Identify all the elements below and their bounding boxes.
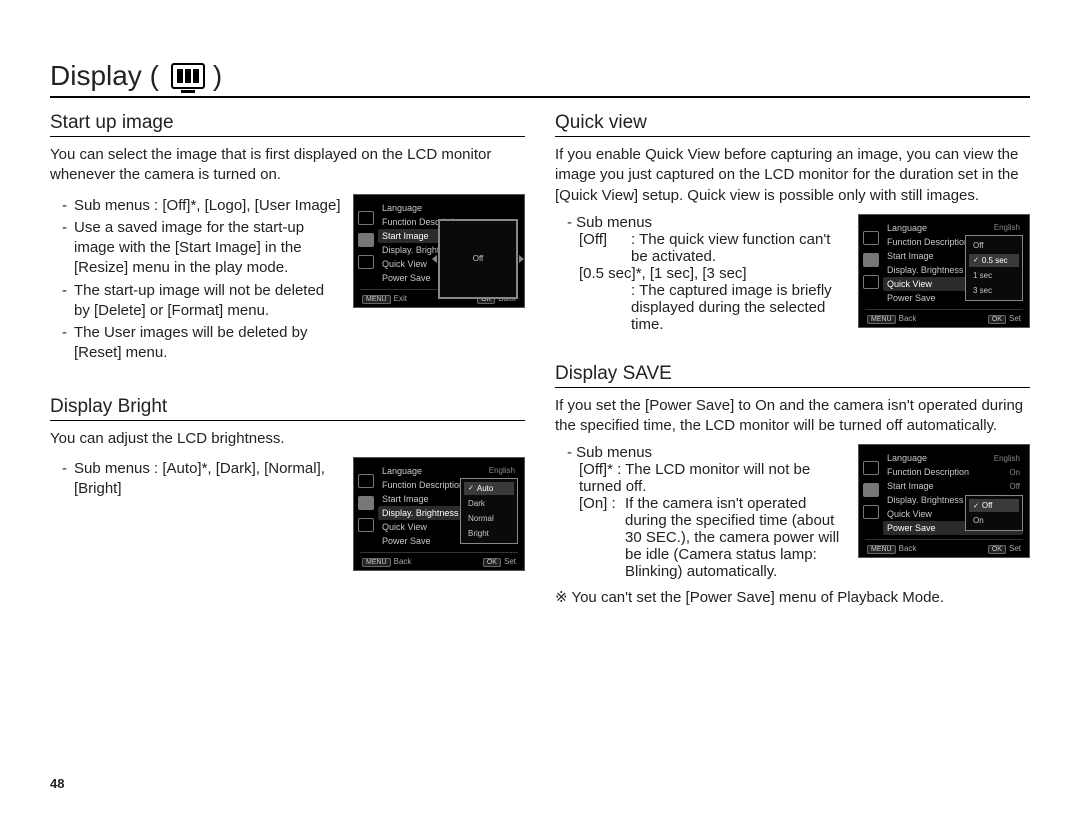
heading-startup: Start up image: [50, 112, 525, 137]
lcd-startup-popup: Off: [438, 219, 518, 299]
title-prefix: Display (: [50, 60, 159, 92]
intro-save: If you set the [Power Save] to On and th…: [555, 396, 1030, 437]
lcd-option: 1 sec: [969, 269, 1019, 282]
heading-save: Display SAVE: [555, 363, 1030, 388]
save-details: - Sub menus [Off]* : The LCD monitor wil…: [555, 444, 846, 580]
lcd-icon-strip: [863, 451, 879, 537]
lcd-quickview: LanguageEnglishFunction DescriptionOnSta…: [858, 214, 1030, 328]
lcd-menu-item: Function DescriptionOn: [883, 465, 1023, 479]
title-suffix: ): [213, 60, 222, 92]
section-save: Display SAVE If you set the [Power Save]…: [555, 363, 1030, 617]
section-bright: Display Bright You can adjust the LCD br…: [50, 396, 525, 571]
section-quickview: Quick view If you enable Quick View befo…: [555, 112, 1030, 333]
heading-bright: Display Bright: [50, 396, 525, 421]
heading-quickview: Quick view: [555, 112, 1030, 137]
quickview-details: - Sub menus [Off]: The quick view functi…: [555, 214, 846, 333]
lcd-icon-strip: [358, 464, 374, 550]
lcd-icon-strip: [358, 201, 374, 287]
display-icon: [171, 63, 205, 89]
lcd-quickview-options: Off 0.5 sec 1 sec 3 sec: [965, 235, 1023, 301]
lcd-menu-item: LanguageEnglish: [883, 221, 1023, 235]
lcd-menu-item: Start ImageOff: [883, 479, 1023, 493]
lcd-save: LanguageEnglishFunction DescriptionOnSta…: [858, 444, 1030, 558]
lcd-option: 0.5 sec: [969, 254, 1019, 267]
lcd-startup: LanguageFunction DescriptiStart ImageDis…: [353, 194, 525, 308]
page-number: 48: [50, 776, 64, 791]
lcd-option: Auto: [464, 482, 514, 495]
lcd-option: Off: [969, 499, 1019, 512]
intro-startup: You can select the image that is first d…: [50, 145, 525, 186]
lcd-option: Dark: [464, 497, 514, 510]
lcd-option: Off: [969, 239, 1019, 252]
lcd-icon-strip: [863, 221, 879, 307]
lcd-bright: LanguageEnglishFunction DescriptionOnSta…: [353, 457, 525, 571]
lcd-save-options: Off On: [965, 495, 1023, 531]
bright-bullets: -Sub menus : [Auto]*, [Dark], [Normal], …: [50, 457, 341, 502]
intro-bright: You can adjust the LCD brightness.: [50, 429, 525, 449]
lcd-menu-item: LanguageEnglish: [378, 464, 518, 478]
lcd-option: Bright: [464, 527, 514, 540]
lcd-option: Normal: [464, 512, 514, 525]
lcd-bright-options: Auto Dark Normal Bright: [460, 478, 518, 544]
lcd-menu-item: Language: [378, 201, 518, 215]
save-note: ※ You can't set the [Power Save] menu of…: [555, 588, 1030, 608]
lcd-startup-popup-value: Off: [469, 250, 488, 267]
section-startup: Start up image You can select the image …: [50, 112, 525, 366]
lcd-option: 3 sec: [969, 284, 1019, 297]
intro-quickview: If you enable Quick View before capturin…: [555, 145, 1030, 206]
startup-bullets: -Sub menus : [Off]*, [Logo], [User Image…: [50, 194, 341, 366]
lcd-option: On: [969, 514, 1019, 527]
lcd-menu-item: LanguageEnglish: [883, 451, 1023, 465]
page-title: Display ( ): [50, 60, 1030, 98]
